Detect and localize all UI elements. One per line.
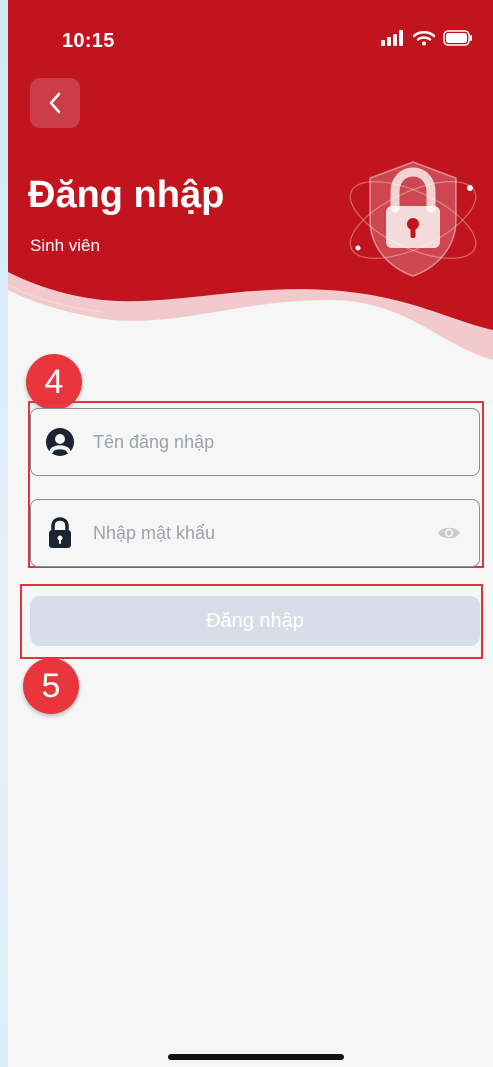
eye-icon (438, 527, 460, 539)
lock-shield-illustration (349, 161, 477, 277)
password-input[interactable] (91, 521, 437, 545)
home-indicator (168, 1054, 344, 1060)
battery-icon (443, 30, 472, 46)
signal-icon (381, 30, 403, 46)
status-icons (381, 30, 473, 46)
page-subtitle: Sinh viên (30, 236, 100, 255)
login-button[interactable]: Đăng nhập (30, 596, 480, 646)
header: 10:15 Đăng nhập Sinh viên (8, 0, 493, 370)
user-circle-icon (46, 428, 74, 456)
back-chevron-icon (49, 92, 61, 114)
annotation-badge-5: 5 (23, 658, 79, 714)
username-input[interactable] (91, 430, 479, 454)
lock-icon (49, 517, 71, 548)
username-field[interactable] (30, 408, 480, 476)
phone-screen: 10:15 Đăng nhập Sinh viên 4 Tên đăng nhậ… (8, 0, 493, 1067)
status-time: 10:15 (62, 30, 115, 52)
toggle-password-visibility[interactable] (437, 525, 461, 541)
password-field[interactable] (30, 499, 480, 567)
wifi-icon (413, 31, 435, 46)
page-title: Đăng nhập (28, 174, 225, 216)
back-button[interactable] (30, 78, 80, 128)
